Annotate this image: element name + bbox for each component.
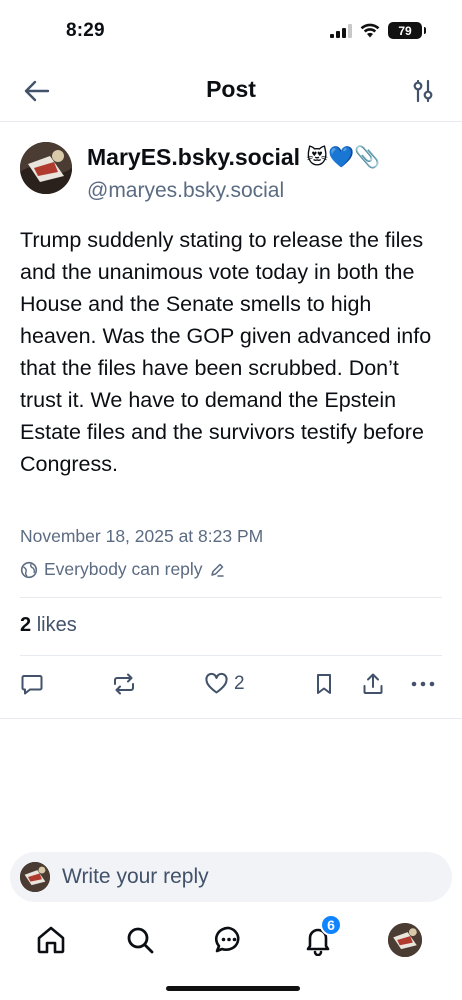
divider <box>20 655 442 656</box>
pencil-icon <box>210 563 224 577</box>
more-icon <box>411 681 435 687</box>
home-icon <box>37 926 65 954</box>
divider <box>20 597 442 598</box>
post-header: Post <box>0 62 462 122</box>
divider <box>0 718 462 719</box>
like-count: 2 <box>234 673 245 694</box>
comment-icon <box>21 675 43 695</box>
repost-icon <box>114 673 134 695</box>
nav-chat[interactable] <box>207 918 251 962</box>
bottom-nav: 6 <box>0 912 462 972</box>
reply-placeholder: Write your reply <box>62 865 209 888</box>
post-text: Trump suddenly stating to release the fi… <box>20 228 432 476</box>
thread-settings-button[interactable] <box>410 78 436 104</box>
author-name[interactable]: MaryES.bsky.social 😻💙📎 <box>87 144 380 171</box>
nav-profile[interactable] <box>383 918 427 962</box>
nav-search[interactable] <box>118 918 162 962</box>
share-button[interactable] <box>361 672 385 696</box>
globe-icon <box>20 561 38 578</box>
share-icon <box>363 673 383 694</box>
likes-label: likes <box>36 614 77 636</box>
author-display-name: MaryES.bsky.social <box>87 144 301 170</box>
reply-input-bar[interactable]: Write your reply <box>10 852 452 902</box>
profile-avatar <box>388 923 422 957</box>
likes-count[interactable]: 2 likes <box>20 614 77 637</box>
wifi-icon <box>360 23 380 38</box>
bookmark-icon <box>317 674 331 694</box>
home-indicator <box>166 986 300 991</box>
chat-icon <box>214 926 240 953</box>
reply-button[interactable] <box>20 672 44 696</box>
page-title: Post <box>206 76 256 102</box>
post-actions: 2 <box>0 670 462 706</box>
settings-sliders-icon <box>413 79 433 103</box>
status-time: 8:29 <box>66 20 105 41</box>
status-icons: 79 <box>330 22 426 39</box>
reply-setting-label: Everybody can reply <box>44 559 203 579</box>
user-avatar <box>20 862 50 892</box>
signal-icon <box>330 23 352 38</box>
likes-number: 2 <box>20 614 32 636</box>
notification-badge: 6 <box>320 914 342 936</box>
post-timestamp: November 18, 2025 at 8:23 PM <box>20 526 264 546</box>
author-handle[interactable]: @maryes.bsky.social <box>87 179 284 203</box>
like-button[interactable]: 2 <box>204 672 245 696</box>
more-options-button[interactable] <box>410 672 436 696</box>
search-icon <box>127 927 154 954</box>
author-emojis: 😻💙📎 <box>306 146 381 169</box>
status-bar: 8:29 79 <box>0 0 462 62</box>
bookmark-button[interactable] <box>313 672 335 696</box>
nav-home[interactable] <box>29 918 73 962</box>
reply-setting[interactable]: Everybody can reply <box>20 559 225 580</box>
heart-icon <box>205 672 228 694</box>
author-avatar[interactable] <box>20 142 72 194</box>
nav-notifications[interactable]: 6 <box>296 914 342 962</box>
repost-button[interactable] <box>111 672 137 696</box>
battery-indicator: 79 <box>388 22 426 39</box>
